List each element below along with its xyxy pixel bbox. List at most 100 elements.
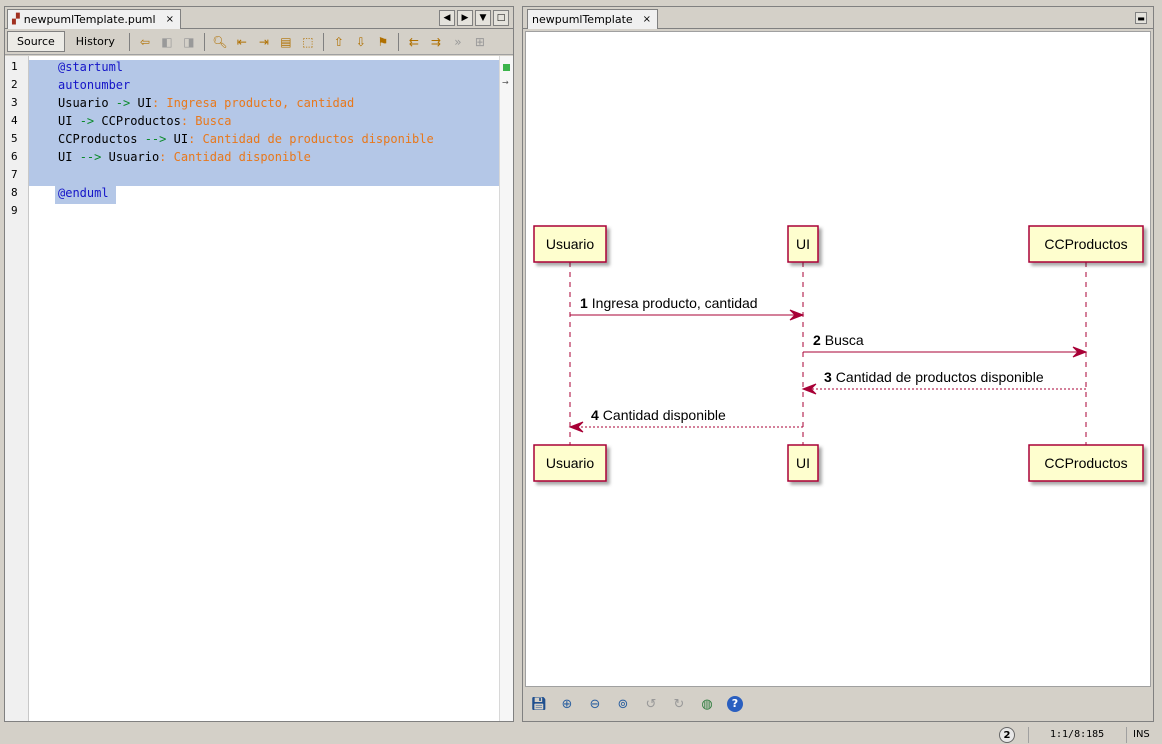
code-token: CCProductos — [94, 114, 181, 128]
status-ok-icon — [503, 64, 510, 71]
toolbar-separator — [203, 32, 205, 51]
shift-left-icon[interactable]: ⇇ — [404, 32, 424, 52]
close-icon[interactable]: × — [643, 14, 651, 25]
message-text: Busca — [825, 332, 864, 348]
code-token: Usuario — [101, 150, 160, 164]
message-number: 2 — [813, 332, 821, 348]
code-token: CCProductos — [58, 132, 145, 146]
code-token: --> — [144, 132, 167, 146]
code-token: : Cantidad de productos disponible — [188, 132, 434, 146]
zoom-out-icon[interactable]: ⊖ — [585, 694, 605, 714]
preview-toolbar: 💾︎ ⊕ ⊖ ⊚ ↺ ↻ ◍ ? — [523, 687, 1153, 721]
insert-mode[interactable]: INS — [1133, 729, 1150, 740]
help-icon[interactable]: ? — [725, 694, 745, 714]
message-number: 3 — [824, 369, 832, 385]
code-token: --> — [79, 150, 102, 164]
preview-tab-title: newpumlTemplate — [532, 13, 633, 26]
message-text: Cantidad disponible — [603, 407, 726, 423]
line-number: 1 — [11, 60, 18, 73]
editor-panel: ▞ newpumlTemplate.puml × ◀ ▶ ▼ □ Source … — [4, 6, 514, 722]
zoom-fit-icon[interactable]: ⊚ — [613, 694, 633, 714]
code-area[interactable]: @startuml autonumber Usuario -> UI: Ingres… — [29, 56, 501, 721]
find-next-icon[interactable]: ⇥ — [254, 32, 274, 52]
more-icon[interactable]: » — [448, 32, 468, 52]
code-token: autonumber — [58, 78, 131, 92]
participant-label: CCProductos — [1044, 455, 1127, 471]
toggle-rect-selection-icon[interactable]: ⬚ — [298, 32, 318, 52]
code-line: ​ — [29, 166, 499, 184]
next-bookmark-icon[interactable]: ⇩ — [351, 32, 371, 52]
participant-label: UI — [796, 236, 810, 252]
code-token: -> — [115, 96, 131, 110]
status-separator — [1126, 727, 1127, 743]
tab-list-icon[interactable]: ▼ — [475, 10, 491, 26]
participant-label: CCProductos — [1044, 236, 1127, 252]
code-editor[interactable]: 1 2 3 4 5 6 7 8 9 @startuml autonumber Usuario -> … — [5, 56, 513, 721]
find-previous-icon[interactable]: ⇤ — [232, 32, 252, 52]
participant-label: Usuario — [546, 455, 594, 471]
code-line: @enduml — [29, 184, 499, 202]
notifications-icon[interactable]: 2 — [999, 727, 1015, 743]
toggle-bookmark-icon[interactable]: ⚑ — [373, 32, 393, 52]
code-line: Usuario -> UI: Ingresa producto, cantida… — [29, 94, 499, 112]
code-token: @enduml — [58, 186, 109, 200]
caret-position: 1:1/8:185 — [1050, 729, 1105, 740]
code-token: UI — [130, 96, 152, 110]
shift-right-icon[interactable]: ⇉ — [426, 32, 446, 52]
line-number: 6 — [11, 150, 18, 163]
previous-bookmark-icon[interactable]: ⇧ — [329, 32, 349, 52]
line-number: 4 — [11, 114, 18, 127]
back-icon[interactable]: ◧ — [157, 32, 177, 52]
line-number: 8 — [11, 186, 18, 199]
code-line: UI -> CCProductos: Busca — [29, 112, 499, 130]
toolbar-separator — [397, 32, 399, 51]
source-tab-button[interactable]: Source — [7, 31, 65, 52]
code-line: CCProductos --> UI: Cantidad de producto… — [29, 130, 499, 148]
save-icon[interactable]: 💾︎ — [529, 694, 549, 714]
message-label: 2 Busca — [813, 332, 864, 348]
code-line: autonumber — [29, 76, 499, 94]
preview-tabbar: newpumlTemplate × ▬ — [523, 7, 1153, 29]
toggle-highlight-icon[interactable]: ▤ — [276, 32, 296, 52]
code-token: UI — [58, 150, 80, 164]
code-token: Usuario — [58, 96, 116, 110]
caret-marker-icon: → — [502, 78, 509, 87]
code-token: UI — [58, 114, 80, 128]
code-token: : Cantidad disponible — [159, 150, 311, 164]
minimize-icon[interactable]: ▬ — [1135, 12, 1147, 24]
last-edit-icon[interactable]: ⇦ — [135, 32, 155, 52]
message-label: 1 Ingresa producto, cantidad — [580, 295, 758, 311]
status-bar: 2 1:1/8:185 INS — [0, 724, 1162, 744]
message-text: Cantidad de productos disponible — [836, 369, 1044, 385]
rotate-right-icon[interactable]: ↻ — [669, 694, 689, 714]
globe-icon[interactable]: ◍ — [697, 694, 717, 714]
editor-tab[interactable]: ▞ newpumlTemplate.puml × — [7, 9, 181, 29]
code-line: UI --> Usuario: Cantidad disponible — [29, 148, 499, 166]
maximize-icon[interactable]: □ — [493, 10, 509, 26]
message-text: Ingresa producto, cantidad — [592, 295, 758, 311]
code-token: : Ingresa producto, cantidad — [151, 96, 355, 110]
line-number: 3 — [11, 96, 18, 109]
line-number: 9 — [11, 204, 18, 217]
line-number: 5 — [11, 132, 18, 145]
zoom-in-icon[interactable]: ⊕ — [557, 694, 577, 714]
scroll-left-icon[interactable]: ◀ — [439, 10, 455, 26]
forward-icon[interactable]: ◨ — [179, 32, 199, 52]
line-number: 7 — [11, 168, 18, 181]
participant-label: Usuario — [546, 236, 594, 252]
toolbar-separator — [128, 32, 130, 51]
find-icon[interactable]: 🔍︎ — [210, 32, 230, 52]
code-token: -> — [79, 114, 95, 128]
message-label: 3 Cantidad de productos disponible — [824, 369, 1044, 385]
scroll-right-icon[interactable]: ▶ — [457, 10, 473, 26]
preview-panel: newpumlTemplate × ▬ Usuario UI CCProductos… — [522, 6, 1154, 722]
status-separator — [1028, 727, 1029, 743]
close-icon[interactable]: × — [166, 14, 174, 25]
grid-icon[interactable]: ⊞ — [470, 32, 490, 52]
history-tab-button[interactable]: History — [67, 31, 124, 52]
line-number-gutter: 1 2 3 4 5 6 7 8 9 — [5, 56, 29, 721]
editor-tabbar: ▞ newpumlTemplate.puml × ◀ ▶ ▼ □ — [5, 7, 513, 29]
rotate-left-icon[interactable]: ↺ — [641, 694, 661, 714]
preview-tab[interactable]: newpumlTemplate × — [527, 9, 659, 29]
file-icon: ▞ — [12, 14, 20, 25]
